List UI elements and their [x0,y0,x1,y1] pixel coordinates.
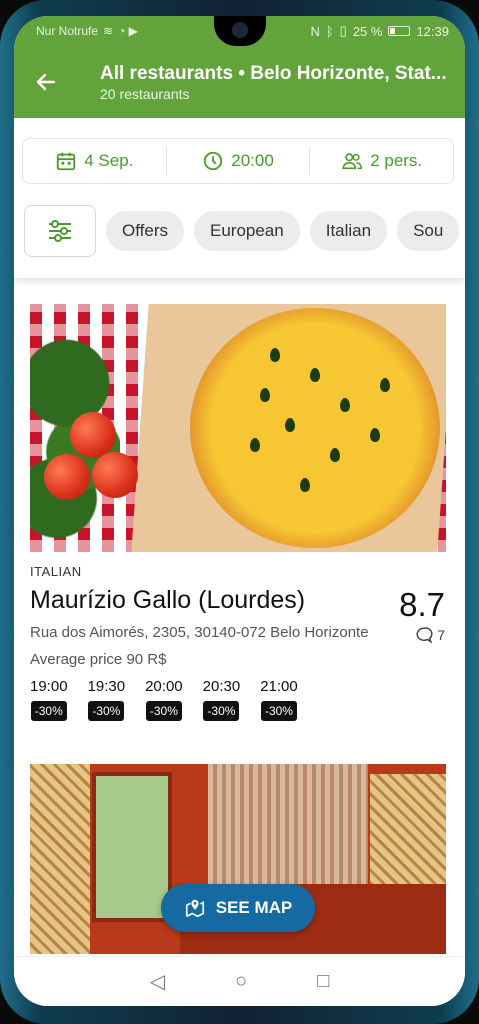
back-nav-icon[interactable]: ◁ [150,969,165,994]
filter-chips: Offers European Italian Sou [24,204,465,258]
average-price: Average price 90 R$ [30,651,167,668]
comment-icon [416,627,433,644]
time-label: 20:00 [231,151,274,170]
app-screen: Nur Notrufe ≋ ◔ ▶ N ᛒ ▯ 25 % 12:39 All r… [14,16,465,1006]
carrier-label: Nur Notrufe [36,24,99,38]
page-title: All restaurants • Belo Horizonte, Stat..… [100,63,447,84]
discount-badge: -30% [30,701,67,721]
calendar-icon [57,152,76,171]
slot-time: 19:30 [87,678,126,695]
time-selector[interactable]: 20:00 [167,139,310,183]
wifi-icon: ≋ [103,24,114,38]
pizza-image [190,308,440,548]
home-nav-icon[interactable]: ○ [235,970,247,993]
nfc-icon: N [310,23,320,39]
restaurant-name[interactable]: Maurízio Gallo (Lourdes) [30,586,305,615]
vibrate-icon: ▯ [339,23,347,38]
hanging-sausages [208,764,368,884]
sliders-icon [49,220,71,242]
clock: 12:39 [416,23,449,39]
review-count-value: 7 [437,627,445,643]
map-pin-icon [185,899,204,918]
system-nav-bar: ◁ ○ □ [14,956,465,1006]
chip-sou[interactable]: Sou [397,211,460,251]
window-view [92,772,172,922]
booking-bar: 4 Sep. 20:00 2 pers. [22,138,454,184]
battery-icon [388,26,411,36]
tomato [92,452,138,498]
restaurant-address: Rua dos Aimorés, 2305, 30140-072 Belo Ho… [30,624,369,641]
time-slot[interactable]: 19:30 -30% [87,678,126,721]
restaurant-photo[interactable] [30,304,446,552]
tomato [70,412,116,458]
clock-icon [204,151,223,171]
time-slot[interactable]: 21:00 -30% [260,678,298,721]
see-map-button[interactable]: SEE MAP [161,884,315,932]
filters-panel: 4 Sep. 20:00 2 pers. Offers European Ita… [14,118,465,278]
people-icon [342,153,363,170]
discount-badge: -30% [88,701,125,721]
time-slot[interactable]: 20:30 -30% [202,678,241,721]
lattice-wall [30,764,90,954]
slot-time: 20:00 [145,678,183,695]
see-map-label: SEE MAP [215,898,293,917]
discount-badge: -30% [145,701,182,721]
bluetooth-icon: ᛒ [325,23,334,39]
date-label: 4 Sep. [84,151,134,170]
battery-percent: 25 % [352,23,383,39]
chip-european[interactable]: European [193,211,300,251]
restaurant-count: 20 restaurants [100,86,190,102]
discount-badge: -30% [203,701,240,721]
notification-icons: ◔ ▶ [118,24,138,38]
date-selector[interactable]: 4 Sep. [23,139,166,183]
time-slots: 19:00 -30% 19:30 -30% 20:00 -30% 20:30 -… [30,678,298,721]
persons-selector[interactable]: 2 pers. [310,139,453,183]
filter-settings-button[interactable] [24,205,96,257]
discount-badge: -30% [260,701,297,721]
slot-time: 20:30 [202,678,241,695]
phone-frame: Nur Notrufe ≋ ◔ ▶ N ᛒ ▯ 25 % 12:39 All r… [0,0,479,1024]
time-slot[interactable]: 19:00 -30% [30,678,68,721]
tomato [44,454,90,500]
slot-time: 21:00 [260,678,298,695]
rating-score: 8.7 [399,586,445,623]
chip-offers[interactable]: Offers [106,211,184,251]
back-button[interactable] [34,70,58,99]
slot-time: 19:00 [30,678,68,695]
arrow-left-icon [36,73,56,91]
review-count[interactable]: 7 [415,626,445,644]
persons-label: 2 pers. [370,151,423,170]
recents-nav-icon[interactable]: □ [317,970,329,993]
time-slot[interactable]: 20:00 -30% [145,678,183,721]
cuisine-label: ITALIAN [30,564,82,579]
chip-italian[interactable]: Italian [309,211,388,251]
